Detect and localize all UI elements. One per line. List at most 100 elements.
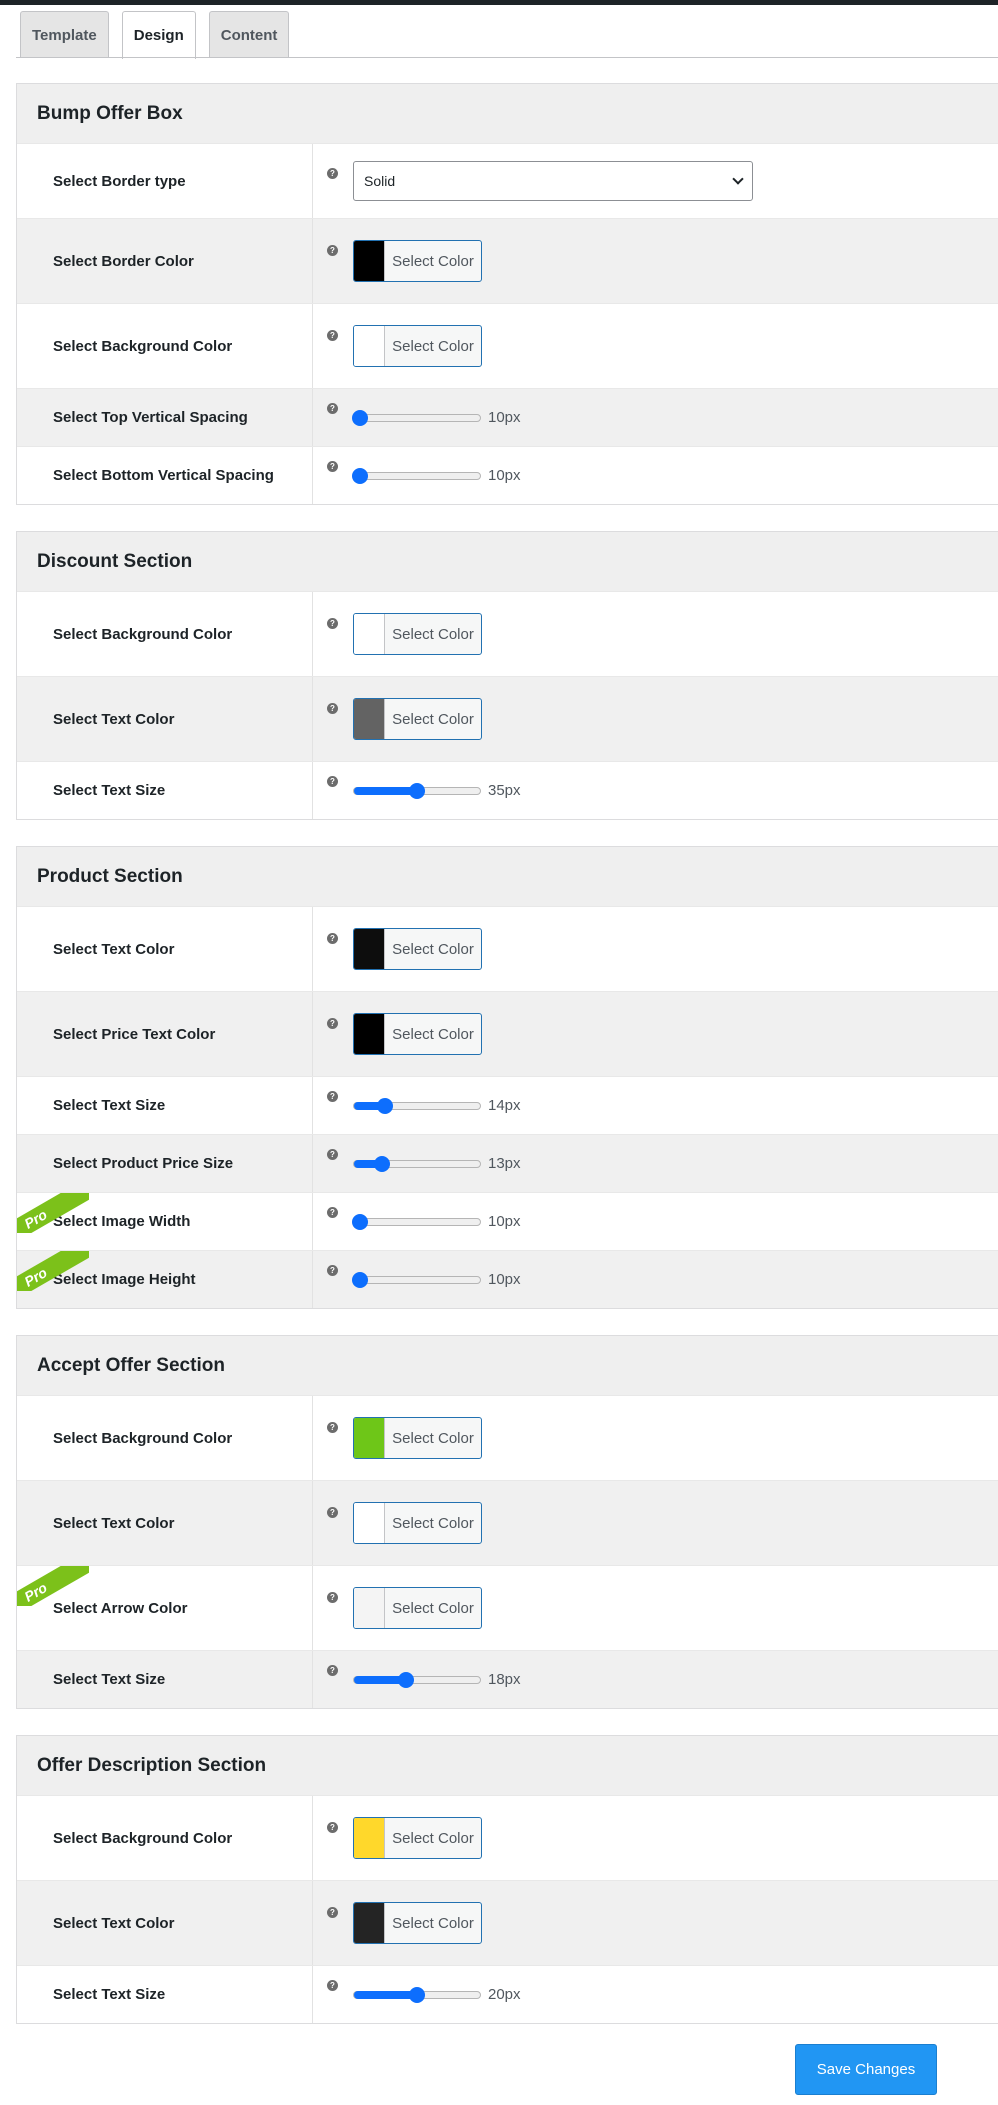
help-icon[interactable]: ? <box>327 1422 338 1433</box>
slider-thumb[interactable] <box>409 1986 425 2003</box>
setting-label: Select Product Price Size <box>17 1135 313 1192</box>
range-slider[interactable]: 13px <box>353 1155 521 1172</box>
setting-label: Select Text Color <box>17 677 313 761</box>
setting-row-text-color: Select Text Color ? Select Color <box>17 1880 998 1965</box>
range-slider[interactable]: 10px <box>352 1271 521 1288</box>
setting-label: Select Text Size <box>17 762 313 819</box>
slider-value: 10px <box>488 1271 521 1288</box>
slider-thumb[interactable] <box>352 1271 368 1288</box>
help-icon[interactable]: ? <box>327 1980 338 1991</box>
setting-label: Select Top Vertical Spacing <box>17 389 313 446</box>
help-icon[interactable]: ? <box>327 703 338 714</box>
setting-label: Select Background Color <box>17 1796 313 1880</box>
help-icon[interactable]: ? <box>327 1091 338 1102</box>
help-icon[interactable]: ? <box>327 933 338 944</box>
color-picker-label: Select Color <box>392 1829 474 1847</box>
setting-control: ? 10px <box>313 1193 998 1250</box>
select-value: Solid <box>364 173 396 189</box>
slider-track[interactable] <box>353 1671 481 1688</box>
setting-row-text-color: Select Text Color ? Select Color <box>17 1480 998 1565</box>
tab-template[interactable]: Template <box>20 11 109 58</box>
setting-control: ? Select Color <box>313 907 998 991</box>
range-slider[interactable]: 20px <box>353 1986 521 2003</box>
slider-track[interactable] <box>352 1271 481 1288</box>
slider-thumb[interactable] <box>373 1155 390 1172</box>
settings-sections: Bump Offer Box Select Border type ? Soli… <box>16 83 998 2050</box>
save-changes-button[interactable]: Save Changes <box>795 2044 937 2095</box>
color-picker-button[interactable]: Select Color <box>353 698 482 740</box>
range-slider[interactable]: 10px <box>352 467 521 484</box>
slider-track[interactable] <box>352 409 481 426</box>
section-title: Product Section <box>17 847 998 906</box>
help-icon[interactable]: ? <box>327 1507 338 1518</box>
range-slider[interactable]: 10px <box>352 1213 521 1230</box>
tab-content[interactable]: Content <box>208 11 290 58</box>
help-icon[interactable]: ? <box>327 1149 338 1160</box>
color-picker-button[interactable]: Select Color <box>353 1417 482 1459</box>
section-title: Discount Section <box>17 532 998 591</box>
help-icon[interactable]: ? <box>327 776 338 787</box>
help-icon[interactable]: ? <box>327 618 338 629</box>
help-icon[interactable]: ? <box>327 1665 338 1676</box>
color-picker-button[interactable]: Select Color <box>353 613 482 655</box>
admin-top-bar <box>0 0 998 5</box>
setting-label: Select Price Text Color <box>17 992 313 1076</box>
help-icon[interactable]: ? <box>327 461 338 472</box>
slider-thumb[interactable] <box>397 1671 414 1688</box>
color-picker-button[interactable]: Select Color <box>353 1502 482 1544</box>
section-accept-offer: Accept Offer Section Select Background C… <box>16 1335 998 1709</box>
color-swatch <box>354 326 385 366</box>
setting-label: Select Text Color <box>17 907 313 991</box>
color-picker-button[interactable]: Select Color <box>353 325 482 367</box>
setting-row-background-color: Select Background Color ? Select Color <box>17 591 998 676</box>
slider-track[interactable] <box>353 1097 481 1114</box>
color-swatch <box>354 1014 385 1054</box>
slider-track[interactable] <box>352 467 481 484</box>
setting-row-image-height: Pro Select Image Height ? 10px <box>17 1250 998 1308</box>
slider-track[interactable] <box>353 782 481 799</box>
help-icon[interactable]: ? <box>327 1822 338 1833</box>
color-picker-button[interactable]: Select Color <box>353 1902 482 1944</box>
slider-track[interactable] <box>352 1213 481 1230</box>
slider-thumb[interactable] <box>352 409 368 426</box>
slider-fill <box>354 1990 417 1999</box>
border-type-select[interactable]: Solid <box>353 161 753 201</box>
help-icon[interactable]: ? <box>327 1265 338 1276</box>
color-picker-label: Select Color <box>392 252 474 270</box>
help-icon[interactable]: ? <box>327 1592 338 1603</box>
slider-thumb[interactable] <box>352 467 368 484</box>
color-picker-button[interactable]: Select Color <box>353 1013 482 1055</box>
setting-label: Select Bottom Vertical Spacing <box>17 447 313 504</box>
tab-design[interactable]: Design <box>121 11 196 59</box>
help-icon[interactable]: ? <box>327 1907 338 1918</box>
range-slider[interactable]: 14px <box>353 1097 521 1114</box>
setting-control: ? 20px <box>313 1966 998 2023</box>
setting-control: ? Select Color <box>313 219 998 303</box>
slider-thumb[interactable] <box>377 1097 394 1114</box>
setting-row-image-width: Pro Select Image Width ? 10px <box>17 1192 998 1250</box>
color-picker-button[interactable]: Select Color <box>353 240 482 282</box>
color-picker-button[interactable]: Select Color <box>353 928 482 970</box>
slider-thumb[interactable] <box>409 782 425 799</box>
help-icon[interactable]: ? <box>327 330 338 341</box>
help-icon[interactable]: ? <box>327 245 338 256</box>
setting-label: Select Image Width <box>17 1193 313 1250</box>
setting-label: Select Image Height <box>17 1251 313 1308</box>
setting-label: Select Text Size <box>17 1966 313 2023</box>
slider-track[interactable] <box>353 1155 481 1172</box>
slider-track[interactable] <box>353 1986 481 2003</box>
help-icon[interactable]: ? <box>327 403 338 414</box>
setting-control: ? 10px <box>313 1251 998 1308</box>
setting-control: ? 13px <box>313 1135 998 1192</box>
range-slider[interactable]: 18px <box>353 1671 521 1688</box>
help-icon[interactable]: ? <box>327 1207 338 1218</box>
color-picker-button[interactable]: Select Color <box>353 1817 482 1859</box>
help-icon[interactable]: ? <box>327 1018 338 1029</box>
help-icon[interactable]: ? <box>327 168 338 179</box>
range-slider[interactable]: 35px <box>353 782 521 799</box>
setting-label: Select Border Color <box>17 219 313 303</box>
setting-row-background-color: Select Background Color ? Select Color <box>17 1395 998 1480</box>
range-slider[interactable]: 10px <box>352 409 521 426</box>
slider-thumb[interactable] <box>352 1213 368 1230</box>
color-picker-button[interactable]: Select Color <box>353 1587 482 1629</box>
